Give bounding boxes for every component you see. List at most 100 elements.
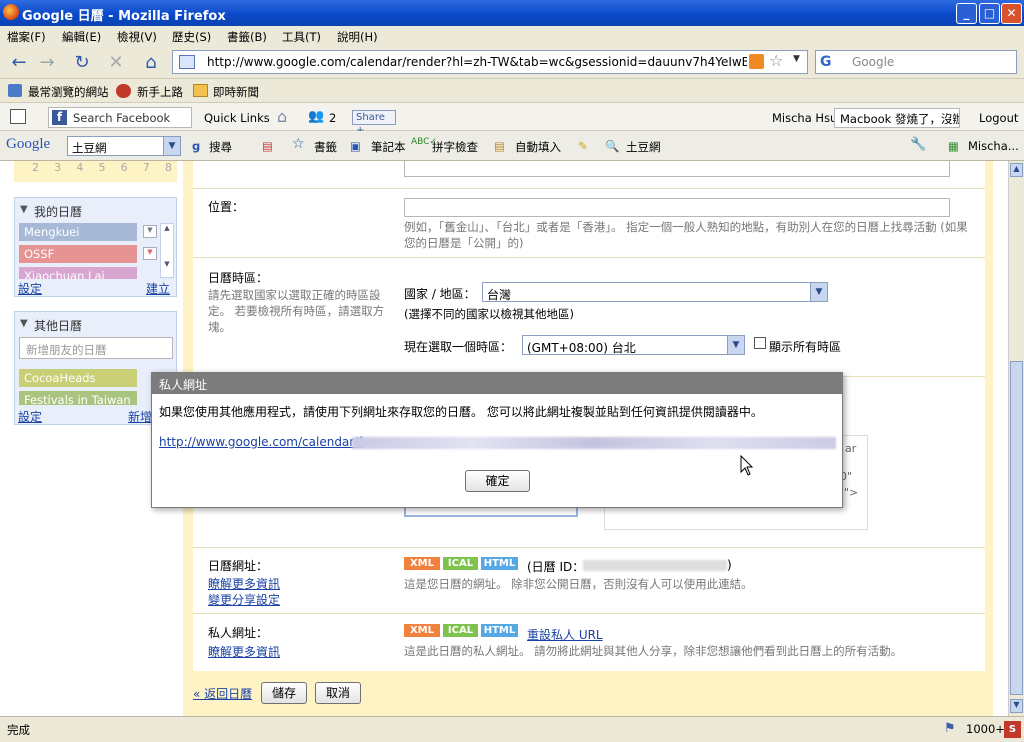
toolbar-tools-icon[interactable]: ▤ [262, 139, 273, 153]
bookmark-star-icon[interactable]: ☆ [769, 51, 783, 70]
google-account-menu[interactable]: Mischa... [968, 139, 1019, 153]
maximize-button[interactable]: □ [979, 3, 1000, 24]
url-text[interactable]: http://www.google.com/calendar/render?hl… [207, 55, 747, 69]
calendar-menu-icon[interactable]: ▼ [143, 247, 157, 260]
page-scrollbar[interactable]: ▲ ▼ [1008, 161, 1024, 716]
autofill-button[interactable]: 自動填入 [515, 139, 561, 155]
add-friend-calendar-input[interactable]: 新增朋友的日曆 [19, 337, 173, 359]
menu-history[interactable]: 歷史(S) [172, 29, 211, 45]
calendar-item-cocoaheads[interactable]: CocoaHeads [19, 369, 137, 387]
back-button[interactable]: ← [7, 51, 31, 75]
scroll-down-icon[interactable]: ▼ [1010, 699, 1023, 713]
xml-button[interactable]: XML [404, 557, 440, 570]
calendar-item-xiaochuan[interactable]: Xiaochuan Lai [19, 267, 137, 279]
scroll-up-icon[interactable]: ▲ [1010, 163, 1023, 177]
menu-view[interactable]: 檢視(V) [117, 29, 157, 45]
save-button[interactable]: 儲存 [261, 682, 307, 704]
country-select[interactable]: 台灣 ▼ [482, 282, 828, 302]
back-to-calendar-link[interactable]: « 返回日曆 [193, 685, 252, 702]
friends-icon[interactable]: 👥 [308, 109, 324, 124]
private-xml-button[interactable]: XML [404, 624, 440, 637]
scroll-down-icon[interactable]: ▼ [161, 260, 173, 268]
stop-button[interactable]: ✕ [104, 51, 128, 75]
mini-cal-day[interactable]: 2 [32, 161, 39, 174]
reload-button[interactable]: ↻ [70, 51, 94, 75]
rss-feed-icon[interactable] [749, 54, 764, 69]
description-textarea[interactable] [404, 161, 950, 177]
dialog-ok-button[interactable]: 確定 [465, 470, 530, 492]
other-calendars-settings-link[interactable]: 設定 [18, 408, 42, 425]
mini-cal-day[interactable]: 6 [121, 161, 128, 174]
my-calendars-settings-link[interactable]: 設定 [18, 280, 42, 297]
google-search-button[interactable]: 搜尋 [209, 139, 232, 155]
learn-more-link[interactable]: 瞭解更多資訊 [208, 575, 280, 592]
google-toolbar-logo[interactable]: Google [6, 136, 50, 153]
google-engine-icon[interactable]: G [820, 54, 832, 70]
fb-user-name[interactable]: Mischa Hsu [772, 111, 837, 125]
scroll-up-icon[interactable]: ▲ [161, 224, 173, 232]
close-window-button[interactable]: ✕ [1001, 3, 1022, 24]
google-bookmarks-button[interactable]: 書籤 [314, 139, 337, 155]
minimize-button[interactable]: _ [956, 3, 977, 24]
timezone-select[interactable]: (GMT+08:00) 台北 ▼ [522, 335, 745, 355]
ical-button[interactable]: ICAL [443, 557, 478, 570]
notebook-button[interactable]: 筆記本 [371, 139, 406, 155]
highlight-pen-icon[interactable]: ✎ [578, 139, 588, 153]
mini-cal-day[interactable]: 7 [143, 161, 150, 174]
bookmark-latest-news[interactable]: 即時新聞 [213, 84, 259, 100]
query-dropdown-icon[interactable]: ▼ [163, 137, 180, 155]
sidebar-toggle-icon[interactable] [10, 109, 26, 124]
show-all-timezones-checkbox[interactable] [754, 337, 766, 349]
fb-status-input[interactable]: Macbook 發燒了，沒辦法 [834, 108, 960, 128]
calendar-item-festivals[interactable]: Festivals in Taiwan [19, 391, 137, 405]
collapse-triangle-icon[interactable]: ▼ [20, 318, 28, 329]
bookmark-getting-started[interactable]: 新手上路 [137, 84, 183, 100]
google-toolbar-query[interactable]: 土豆網 ▼ [67, 136, 181, 156]
tudou-button[interactable]: 土豆網 [626, 139, 661, 155]
change-sharing-link[interactable]: 變更分享設定 [208, 591, 280, 608]
facebook-search-input[interactable]: f Search Facebook [48, 107, 192, 128]
show-all-timezones-label[interactable]: 顯示所有時區 [769, 338, 841, 355]
mini-cal-day[interactable]: 4 [76, 161, 83, 174]
reset-private-url-link[interactable]: 重設私人 URL [527, 626, 603, 643]
calendar-menu-icon[interactable]: ▼ [143, 225, 157, 238]
my-calendars-scrollbar[interactable]: ▲ ▼ [160, 223, 174, 278]
home-button[interactable]: ⌂ [139, 51, 163, 75]
mini-cal-day[interactable]: 3 [54, 161, 61, 174]
private-ical-button[interactable]: ICAL [443, 624, 478, 637]
calendar-item-mengkuei[interactable]: Mengkuei [19, 223, 137, 241]
mini-cal-day[interactable]: 5 [98, 161, 105, 174]
my-calendars-title[interactable]: 我的日曆 [34, 203, 82, 220]
fb-home-icon[interactable]: ⌂ [277, 107, 287, 126]
location-input[interactable] [404, 198, 950, 217]
dropdown-arrow-icon[interactable]: ▼ [810, 283, 827, 301]
calendar-item-ossf[interactable]: OSSF [19, 245, 137, 263]
menu-help[interactable]: 說明(H) [337, 29, 378, 45]
url-bar[interactable]: http://www.google.com/calendar/render?hl… [172, 50, 808, 74]
bookmark-most-visited[interactable]: 最常瀏覽的網站 [28, 84, 109, 100]
fb-logout-link[interactable]: Logout [979, 111, 1018, 125]
quick-links-menu[interactable]: Quick Links [204, 111, 270, 125]
learn-more-link-2[interactable]: 瞭解更多資訊 [208, 643, 280, 660]
url-dropdown-icon[interactable]: ▼ [793, 54, 800, 64]
add-calendar-link[interactable]: 新增 [128, 408, 152, 425]
scroll-thumb[interactable] [1010, 361, 1023, 695]
private-url-link[interactable]: http://www.google.com/calendar/f [159, 435, 362, 449]
menu-bookmarks[interactable]: 書籤(B) [227, 29, 267, 45]
collapse-triangle-icon[interactable]: ▼ [20, 204, 28, 215]
fb-share-button[interactable]: Share + [352, 110, 396, 136]
html-button[interactable]: HTML [481, 557, 518, 570]
menu-tools[interactable]: 工具(T) [282, 29, 321, 45]
private-html-button[interactable]: HTML [481, 624, 518, 637]
forward-button[interactable]: → [35, 51, 59, 75]
star-bookmark-icon[interactable]: ☆ [292, 136, 305, 152]
dropdown-arrow-icon[interactable]: ▼ [727, 336, 744, 354]
menu-edit[interactable]: 編輯(E) [62, 29, 101, 45]
spell-check-button[interactable]: 拼字檢查 [432, 139, 478, 155]
mini-cal-day[interactable]: 8 [165, 161, 172, 174]
web-search-box[interactable]: G Google [815, 50, 1017, 74]
create-calendar-link[interactable]: 建立 [146, 280, 170, 297]
menu-file[interactable]: 檔案(F) [7, 29, 46, 45]
other-calendars-title[interactable]: 其他日曆 [34, 317, 82, 334]
wrench-settings-icon[interactable]: 🔧 [910, 137, 926, 152]
